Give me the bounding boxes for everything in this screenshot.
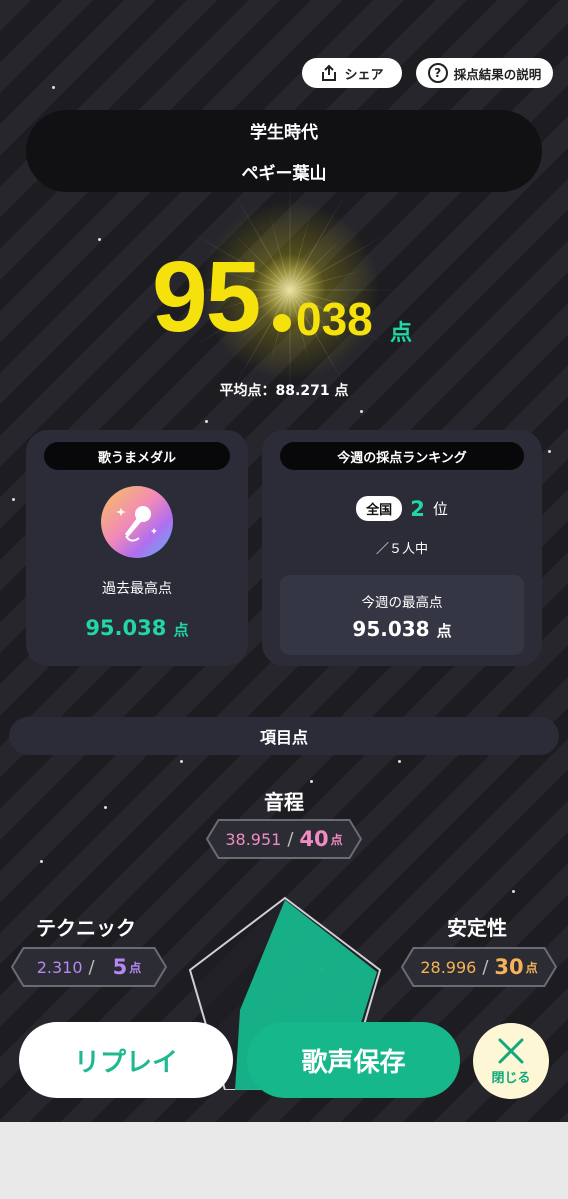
rank-unit: 位 [432,500,448,518]
weekly-best-box: 今週の最高点 95.038 点 [280,575,524,655]
total-score-integer: 95 [152,241,261,353]
ranking-heading: 今週の採点ランキング [280,442,524,470]
close-button[interactable]: 閉じる [473,1023,549,1099]
best-score-value: 95.038 [85,616,167,640]
stability-max: 30 [494,955,524,979]
star-decoration [205,420,208,423]
best-score: 95.038 点 [26,616,248,640]
score-explanation-label: 採点結果の説明 [453,66,542,82]
star-decoration [310,780,313,783]
star-decoration [98,238,101,241]
weekly-best-value: 95.038 [352,617,430,641]
rank-total: ／５人中 [375,542,428,557]
technique-max: 5 [112,955,128,979]
share-label: シェア [344,67,384,83]
technique-value: 2.310 [36,957,83,977]
rank-row: 全国 2 位 [262,496,542,521]
stability-unit: 点 [525,960,538,975]
stability-value: 28.996 [420,957,477,977]
star-decoration [52,86,55,89]
rank-number: 2 [410,496,425,521]
star-decoration [398,760,401,763]
close-icon [498,1038,524,1063]
weekly-best-unit: 点 [436,622,452,640]
microphone-medal-icon [101,486,173,558]
pitch-label: 音程 [264,790,304,814]
medal-heading: 歌うまメダル [44,442,230,470]
technique-unit: 点 [129,960,142,975]
region-badge: 全国 [356,496,403,521]
replay-button[interactable]: リプレイ [19,1022,233,1098]
star-decoration [512,890,515,893]
bottom-system-bar [0,1122,568,1199]
item-scores-heading: 項目点 [9,717,559,755]
close-label: 閉じる [491,1070,531,1086]
stability-slash: / [482,956,489,978]
weekly-ranking-panel: 今週の採点ランキング 全国 2 位 ／５人中 今週の最高点 95.038 点 [262,430,542,666]
weekly-best-label: 今週の最高点 [361,595,443,611]
share-icon [322,64,337,81]
star-decoration [12,498,15,501]
question-icon: ? [427,63,448,83]
pitch-unit: 点 [330,832,343,847]
technique-label: テクニック [36,916,136,940]
star-decoration [180,760,183,763]
save-voice-button[interactable]: 歌声保存 [247,1022,460,1098]
technique-score-box: 2.310 / 5 点 [11,947,167,987]
score-result-screen: シェア ? 採点結果の説明 学生時代 ペギー葉山 95 038 点 平均点：88… [0,0,568,1122]
stability-score-box: 28.996 / 30 点 [401,947,557,987]
star-decoration [360,410,363,413]
star-decoration [40,860,43,863]
best-score-label: 過去最高点 [102,581,172,597]
pitch-max: 40 [299,827,329,851]
star-decoration [548,450,551,453]
stability-label: 安定性 [447,916,507,940]
best-score-unit: 点 [173,621,189,639]
average-score: 平均点：88.271 点 [219,383,349,399]
song-title: 学生時代 [250,123,318,143]
total-score-decimal: 038 [296,293,373,345]
technique-slash: / [88,956,95,978]
score-decimal-point [273,314,291,332]
pitch-value: 38.951 [225,829,282,849]
medal-panel: 歌うまメダル 過去最高点 95.038 点 [26,430,248,666]
weekly-best-score: 95.038 点 [280,617,524,641]
score-unit: 点 [390,321,413,346]
pitch-slash: / [287,828,294,850]
score-explanation-button[interactable]: ? 採点結果の説明 [416,58,553,88]
share-button[interactable]: シェア [302,58,402,88]
pitch-score-box: 38.951 / 40 点 [206,819,362,859]
